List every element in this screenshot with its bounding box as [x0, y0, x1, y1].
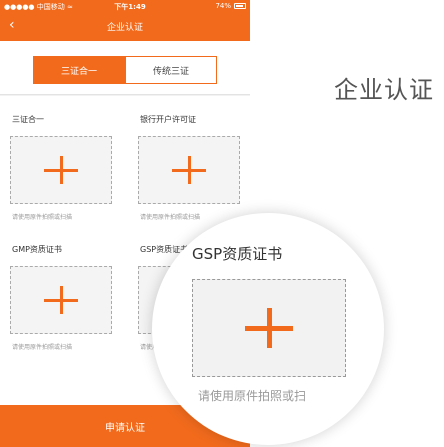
upload-hint: 请使用原件拍照或扫描	[12, 344, 73, 351]
top-bar: ●●●●● 中国移动 ≈ 下午1:49 74% ‹ 企业认证	[0, 0, 250, 41]
upload-box-bank-permit[interactable]	[138, 136, 240, 204]
upload-label-bank-permit: 银行开户许可证	[140, 115, 196, 124]
status-bar: ●●●●● 中国移动 ≈ 下午1:49 74%	[0, 0, 250, 13]
battery-status: 74%	[215, 2, 246, 10]
battery-icon	[234, 3, 246, 9]
segment-control: 三证合一 传统三证	[0, 41, 250, 95]
upload-label-gmp: GMP资质证书	[12, 245, 62, 254]
tab-three-in-one[interactable]: 三证合一	[33, 56, 125, 84]
magnifier-arc	[160, 411, 354, 445]
upload-hint: 请使用原件拍照或扫描	[12, 214, 73, 221]
status-time: 下午1:49	[114, 3, 146, 11]
page-title: 企业认证	[106, 23, 143, 33]
magnifier-callout: GSP资质证书 请使用原件拍照或扫	[152, 213, 384, 445]
upload-box-three-in-one[interactable]	[10, 136, 112, 204]
upload-box-gmp[interactable]	[10, 266, 112, 334]
tab-traditional[interactable]: 传统三证	[125, 56, 217, 84]
upload-label-three-in-one: 三证合一	[12, 115, 44, 124]
carrier-label: ●●●●● 中国移动 ≈	[4, 3, 73, 11]
side-title: 企业认证	[334, 76, 434, 104]
battery-percent: 74%	[215, 2, 231, 10]
